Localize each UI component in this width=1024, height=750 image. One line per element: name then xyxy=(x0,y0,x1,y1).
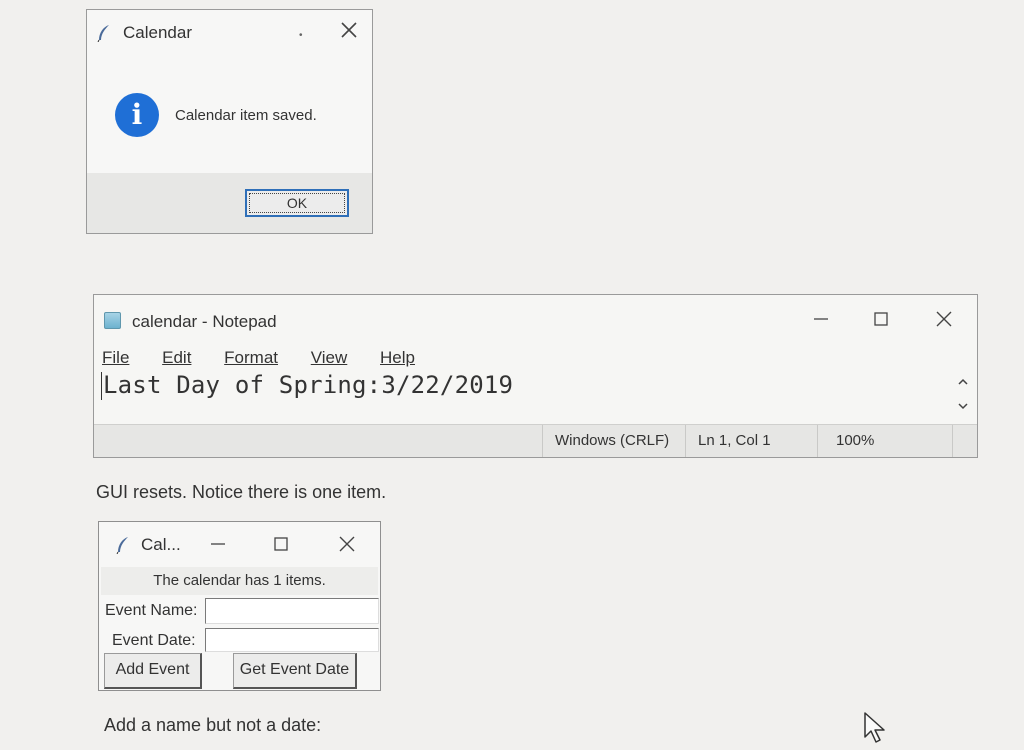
get-event-date-button[interactable]: Get Event Date xyxy=(233,653,357,689)
close-icon[interactable] xyxy=(339,20,359,40)
resize-grip-icon[interactable] xyxy=(952,425,977,457)
info-icon: i xyxy=(115,93,159,137)
window-title: calendar - Notepad xyxy=(132,312,277,331)
text-editor[interactable]: Last Day of Spring:3/22/2019 xyxy=(101,371,951,421)
status-line-ending: Windows (CRLF) xyxy=(542,425,685,457)
menu-file[interactable]: File xyxy=(102,348,143,367)
ok-button[interactable]: OK xyxy=(245,189,349,217)
info-message-dialog: Calendar • i Calendar item saved. OK xyxy=(86,9,373,234)
event-name-label: Event Name: xyxy=(105,602,198,619)
close-icon[interactable] xyxy=(932,307,956,331)
notepad-window: calendar - Notepad File Edit Format View… xyxy=(93,294,978,458)
event-date-label: Event Date: xyxy=(112,632,196,649)
editor-content: Last Day of Spring:3/22/2019 xyxy=(103,371,514,399)
text-caret xyxy=(101,372,102,400)
dialog-message: Calendar item saved. xyxy=(175,107,317,124)
status-bar: Windows (CRLF) Ln 1, Col 1 100% xyxy=(94,424,977,457)
menu-bar: File Edit Format View Help xyxy=(102,348,443,368)
maximize-icon[interactable] xyxy=(869,307,893,331)
mouse-cursor-icon xyxy=(863,711,891,750)
calendar-gui-window: Cal... The calendar has 1 items. Event N… xyxy=(98,521,381,691)
add-event-button[interactable]: Add Event xyxy=(104,653,202,689)
dialog-titlebar: Calendar • xyxy=(87,10,372,54)
menu-edit[interactable]: Edit xyxy=(162,348,205,367)
window-title: Cal... xyxy=(141,535,181,554)
event-date-field[interactable] xyxy=(205,628,379,652)
minimize-icon[interactable] xyxy=(207,533,229,555)
vertical-scrollbar[interactable] xyxy=(953,371,973,421)
event-name-field[interactable] xyxy=(205,598,379,624)
item-count-label: The calendar has 1 items. xyxy=(101,567,378,595)
feather-app-icon xyxy=(116,536,130,554)
titlebar-dot: • xyxy=(299,30,303,41)
caption-gui-resets: GUI resets. Notice there is one item. xyxy=(96,482,387,502)
status-zoom: 100% xyxy=(817,425,952,457)
menu-format[interactable]: Format xyxy=(224,348,292,367)
menu-view[interactable]: View xyxy=(311,348,362,367)
feather-app-icon xyxy=(97,24,111,42)
caption-add-name: Add a name but not a date: xyxy=(104,715,322,735)
minimize-icon[interactable] xyxy=(809,307,833,331)
menu-help[interactable]: Help xyxy=(380,348,429,367)
notepad-icon xyxy=(104,312,121,329)
close-icon[interactable] xyxy=(336,533,358,555)
status-cursor-position: Ln 1, Col 1 xyxy=(685,425,817,457)
maximize-icon[interactable] xyxy=(270,533,292,555)
dialog-title: Calendar xyxy=(123,23,192,42)
